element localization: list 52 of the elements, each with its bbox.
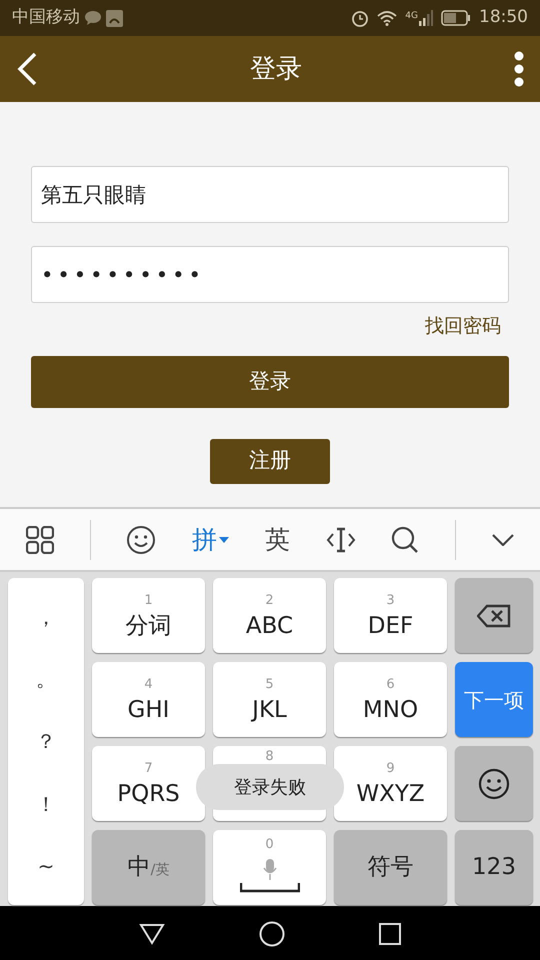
backspace-icon [477, 604, 511, 628]
home-nav-icon[interactable] [259, 920, 285, 946]
punctuation-key[interactable]: 。 [36, 664, 56, 694]
keyboard-key[interactable]: 6 MNO [334, 662, 447, 737]
keyboard-key[interactable]: 1 分词 [92, 578, 205, 653]
keyboard-key[interactable]: 9 WXYZ [334, 746, 447, 821]
page-title: 登录 [250, 52, 302, 86]
cursor-move-icon[interactable] [326, 526, 356, 552]
chevron-down-icon[interactable] [492, 534, 514, 546]
next-key[interactable]: 下一项 [455, 662, 533, 737]
caret-icon [219, 536, 230, 542]
keyboard-key[interactable]: 2 ABC [213, 578, 326, 653]
smiley-icon[interactable] [126, 524, 156, 554]
punctuation-key[interactable]: ？ [36, 726, 56, 756]
keyboard-key[interactable]: 3 DEF [334, 578, 447, 653]
grid-icon[interactable] [26, 526, 54, 554]
punctuation-key[interactable]: ， [36, 602, 56, 632]
clock-time: 18:50 [479, 6, 528, 30]
keyboard-key[interactable]: 7 PQRS [92, 746, 205, 821]
network-type: 4G [405, 10, 418, 23]
more-menu-icon[interactable] [514, 51, 524, 87]
space-bar-icon [240, 883, 300, 893]
punctuation-key-column[interactable]: ， 。 ？ ！ ~ [8, 578, 84, 905]
input-mode-tab[interactable]: 英 [264, 520, 290, 558]
password-field[interactable]: •••••••••• [31, 246, 509, 303]
register-button[interactable]: 注册 [210, 438, 330, 484]
search-icon[interactable] [391, 526, 420, 554]
emoji-key[interactable] [455, 746, 533, 821]
back-nav-icon[interactable] [139, 922, 165, 944]
language-switch-key[interactable]: 中/英 [92, 830, 205, 905]
recent-apps-icon[interactable] [379, 922, 401, 944]
username-field[interactable]: 第五只眼睛 [31, 166, 509, 223]
keyboard-key[interactable]: 4 GHI [92, 662, 205, 737]
smiley-icon [478, 768, 510, 800]
punctuation-key[interactable]: ~ [38, 850, 54, 881]
carrier-name: 中国移动 [12, 6, 80, 30]
keyboard-key[interactable]: 123 [455, 830, 533, 905]
keyboard-key[interactable]: 5 JKL [213, 662, 326, 737]
input-mode-tab[interactable]: 拼 [192, 520, 230, 558]
login-failed-toast: 登录失败 [196, 764, 344, 810]
signal-icon [419, 10, 433, 26]
login-button[interactable]: 登录 [31, 356, 509, 408]
alarm-icon [351, 9, 370, 27]
wifi-icon [377, 10, 398, 26]
chat-bubble-icon [84, 10, 102, 26]
punctuation-key[interactable]: ！ [36, 788, 56, 819]
keyboard-key[interactable]: 符号 [334, 830, 447, 905]
backspace-key[interactable] [455, 578, 533, 653]
battery-icon [441, 10, 471, 26]
microphone-icon [262, 859, 276, 881]
back-icon[interactable] [16, 52, 38, 86]
forgot-password-link[interactable]: 找回密码 [425, 312, 501, 340]
